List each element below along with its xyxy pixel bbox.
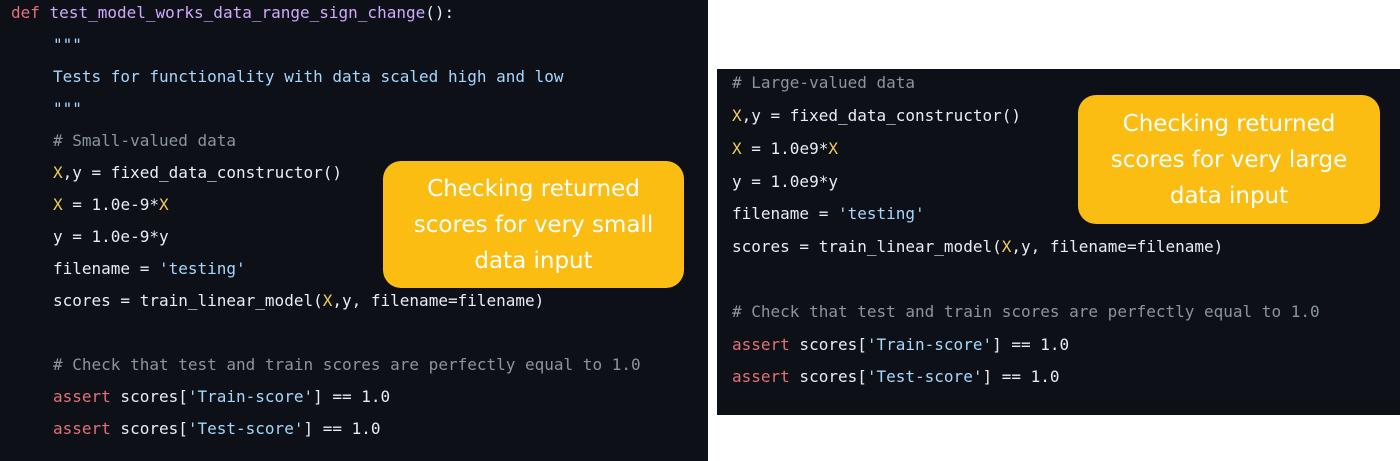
code-line: X,y = fixed_data_constructor() bbox=[732, 106, 1021, 126]
code-fragment: filename = bbox=[732, 204, 838, 223]
code-fragment: ,y = fixed_data_constructor() bbox=[62, 163, 342, 182]
code-line: y = 1.0e-9*y bbox=[53, 227, 169, 246]
code-line: assert scores['Test-score'] == 1.0 bbox=[732, 367, 1060, 387]
docstring-open: """ bbox=[53, 35, 82, 54]
callout-large-data: Checking returned scores for very large … bbox=[1078, 95, 1380, 224]
comment-line: # Check that test and train scores are p… bbox=[53, 355, 641, 374]
string-token: 'Test-score' bbox=[866, 367, 983, 386]
code-fragment: = 1.0e9* bbox=[741, 139, 829, 158]
docstring-text: Tests for functionality with data scaled… bbox=[53, 67, 564, 86]
variable-token: X bbox=[158, 195, 169, 214]
function-name: test_model_works_data_range_sign_change bbox=[49, 3, 426, 22]
code-line: assert scores['Train-score'] == 1.0 bbox=[732, 335, 1069, 355]
docstring-close: """ bbox=[53, 99, 82, 118]
code-fragment: scores = train_linear_model( bbox=[732, 237, 1002, 256]
variable-token: X bbox=[53, 195, 63, 214]
code-line: X = 1.0e-9*X bbox=[53, 195, 169, 215]
code-fragment: ] == 1.0 bbox=[982, 367, 1060, 386]
variable-token: X bbox=[322, 291, 333, 310]
code-fragment: ,y = fixed_data_constructor() bbox=[741, 106, 1021, 125]
code-line: scores = train_linear_model(X,y, filenam… bbox=[732, 237, 1223, 257]
code-line: filename = 'testing' bbox=[732, 204, 925, 224]
code-fragment: ,y, filename=filename) bbox=[332, 291, 545, 310]
variable-token: X bbox=[1001, 237, 1012, 256]
code-fragment: scores[ bbox=[789, 335, 867, 354]
callout-small-data: Checking returned scores for very small … bbox=[383, 161, 684, 288]
string-token: 'Train-score' bbox=[187, 387, 314, 406]
code-fragment: ] == 1.0 bbox=[313, 387, 391, 406]
string-token: 'Test-score' bbox=[187, 419, 304, 438]
code-line: filename = 'testing' bbox=[53, 259, 246, 279]
code-line: X,y = fixed_data_constructor() bbox=[53, 163, 342, 183]
code-line-def: def test_model_works_data_range_sign_cha… bbox=[11, 3, 454, 23]
code-fragment: scores[ bbox=[789, 367, 867, 386]
string-token: 'testing' bbox=[158, 259, 246, 278]
comment-line: # Check that test and train scores are p… bbox=[732, 302, 1320, 321]
code-fragment: (): bbox=[425, 3, 455, 22]
variable-token: X bbox=[732, 139, 742, 158]
string-token: 'Train-score' bbox=[866, 335, 993, 354]
keyword-assert: assert bbox=[53, 419, 111, 438]
code-fragment: scores = train_linear_model( bbox=[53, 291, 323, 310]
string-token: 'testing' bbox=[837, 204, 925, 223]
code-fragment: = 1.0e-9* bbox=[62, 195, 159, 214]
variable-token: X bbox=[828, 139, 838, 158]
keyword-assert: assert bbox=[732, 335, 790, 354]
code-fragment: scores[ bbox=[110, 419, 188, 438]
comment-line: # Large-valued data bbox=[732, 73, 916, 92]
keyword-assert: assert bbox=[53, 387, 111, 406]
code-fragment: ] == 1.0 bbox=[303, 419, 381, 438]
keyword-assert: assert bbox=[732, 367, 790, 386]
code-line: scores = train_linear_model(X,y, filenam… bbox=[53, 291, 544, 311]
variable-token: X bbox=[732, 106, 742, 125]
comment-line: # Small-valued data bbox=[53, 131, 237, 150]
keyword-def: def bbox=[11, 3, 40, 22]
code-line: assert scores['Test-score'] == 1.0 bbox=[53, 419, 381, 439]
code-line: assert scores['Train-score'] == 1.0 bbox=[53, 387, 390, 407]
code-fragment: filename = bbox=[53, 259, 159, 278]
code-fragment: ,y, filename=filename) bbox=[1011, 237, 1224, 256]
code-fragment: ] == 1.0 bbox=[992, 335, 1070, 354]
variable-token: X bbox=[53, 163, 63, 182]
code-fragment: scores[ bbox=[110, 387, 188, 406]
code-line: y = 1.0e9*y bbox=[732, 172, 838, 191]
code-line: X = 1.0e9*X bbox=[732, 139, 838, 159]
